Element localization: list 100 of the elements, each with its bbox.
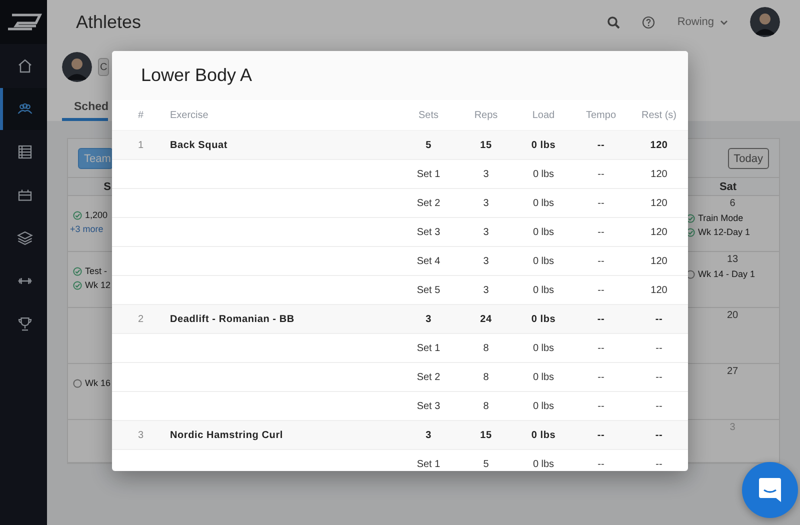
table-cell-text: --: [596, 284, 606, 296]
table-icon: [16, 143, 34, 161]
chat-button[interactable]: [742, 462, 798, 518]
table-cell-text: 5: [424, 140, 432, 150]
table-cell-text: --: [596, 226, 606, 238]
table-cell-text: 0 lbs: [532, 256, 556, 266]
day-number: 20: [726, 310, 738, 321]
day-number: 3: [730, 422, 736, 433]
calendar-event[interactable]: Wk 16: [85, 378, 111, 388]
column-header: #: [137, 110, 145, 120]
table-cell-text: --: [596, 140, 606, 150]
exercise-name: Back Squat: [170, 140, 228, 150]
chat-icon: [758, 477, 782, 503]
calendar-cell[interactable]: [68, 308, 113, 364]
table-cell-text: 8: [482, 342, 490, 354]
exercise-name: Deadlift - Romanian - BB: [170, 314, 296, 324]
table-cell-text: --: [596, 314, 606, 324]
table-cell-text: 15: [479, 140, 493, 150]
day-number: 27: [726, 366, 738, 377]
calendar-event[interactable]: 1,200: [85, 210, 108, 220]
table-cell-text: 24: [479, 314, 493, 324]
table-cell-text: Set 2: [416, 372, 442, 382]
column-header: Reps: [473, 110, 499, 120]
layers-icon: [16, 229, 34, 247]
table-cell-text: --: [654, 400, 664, 412]
weekday-header: Sat: [719, 180, 737, 192]
table-cell-text: 0 lbs: [532, 168, 556, 180]
column-header: Exercise: [170, 110, 210, 120]
schedule-tab[interactable]: Sched: [62, 98, 108, 121]
table-cell-text: 0 lbs: [530, 314, 557, 324]
table-cell-text: 120: [650, 284, 668, 296]
calendar-cell[interactable]: [68, 420, 113, 463]
table-cell-text: --: [654, 458, 664, 470]
table-cell-text: --: [596, 400, 606, 412]
table-cell-text: --: [654, 342, 664, 354]
table-cell-text: 0 lbs: [532, 284, 556, 296]
table-cell-text: 8: [482, 400, 490, 412]
table-cell-text: 0 lbs: [532, 372, 556, 382]
day-number: 6: [730, 198, 736, 209]
profile-button[interactable]: C: [98, 58, 110, 76]
table-cell-text: --: [596, 342, 606, 354]
table-cell-text: --: [654, 372, 664, 382]
table-cell-text: 120: [650, 198, 668, 208]
avatar[interactable]: [62, 52, 92, 82]
trophy-icon: [16, 315, 34, 333]
table-cell-text: Set 1: [416, 342, 442, 354]
table-cell-text: --: [596, 168, 606, 180]
help-icon[interactable]: [642, 16, 656, 28]
table-cell-text: 0 lbs: [532, 400, 556, 412]
calendar-event[interactable]: Train Mode: [698, 213, 744, 223]
calendar-event[interactable]: Wk 12-Day 1: [698, 227, 750, 237]
table-cell-text: 15: [479, 430, 493, 440]
table-cell-text: 120: [650, 256, 668, 266]
table-cell-text: --: [596, 198, 606, 208]
table-cell-text: --: [596, 458, 606, 470]
calendar-event[interactable]: Wk 14 - Day 1: [698, 269, 756, 279]
calendar-event[interactable]: Wk 12: [85, 280, 111, 290]
table-cell-text: Set 3: [416, 226, 442, 238]
column-header: Tempo: [584, 110, 617, 120]
search-icon[interactable]: [607, 16, 620, 28]
calendar-event[interactable]: Test -: [85, 266, 108, 276]
more-link[interactable]: +3 more: [70, 224, 104, 234]
weekday-header: S: [104, 180, 111, 192]
table-cell-text: 120: [650, 226, 668, 238]
table-cell-text: Set 4: [416, 256, 442, 266]
table-cell-text: --: [654, 430, 664, 440]
table-cell-text: 3: [482, 284, 490, 296]
chevron-icon: [720, 20, 728, 24]
table-cell-text: --: [596, 372, 606, 382]
table-cell-text: 0 lbs: [532, 342, 556, 354]
logo-icon[interactable]: [6, 13, 42, 31]
calendar-cell[interactable]: Test - Wk 12: [68, 252, 113, 308]
table-cell-text: 0 lbs: [530, 140, 557, 150]
row-number: 3: [137, 430, 145, 440]
table-cell-text: 0 lbs: [530, 430, 557, 440]
day-number: 13: [726, 254, 738, 265]
today-button[interactable]: Today: [728, 148, 769, 169]
table-cell-text: Set 3: [416, 400, 442, 412]
table-cell-text: 3: [482, 198, 490, 208]
table-cell-text: 5: [482, 458, 490, 470]
row-number: 1: [137, 140, 145, 150]
table-cell-text: --: [596, 430, 606, 440]
table-cell-text: 0 lbs: [532, 458, 556, 470]
table-cell-text: 120: [649, 140, 669, 150]
nav-item[interactable]: [0, 88, 47, 130]
page-title: Athletes: [76, 12, 142, 32]
avatar[interactable]: [750, 7, 780, 37]
table-cell-text: Set 2: [416, 198, 442, 208]
calendar-cell[interactable]: 1,200 +3 more: [68, 196, 113, 252]
home-icon: [16, 57, 34, 75]
table-cell-text: 8: [482, 372, 490, 382]
calendar-cell[interactable]: Wk 16: [68, 364, 113, 420]
table-cell-text: 0 lbs: [532, 198, 556, 208]
table-cell-text: 3: [482, 226, 490, 238]
table-cell-text: 0 lbs: [532, 226, 556, 238]
table-cell-text: Set 1: [416, 458, 442, 470]
column-header: Load: [531, 110, 556, 120]
sport-dropdown[interactable]: Rowing: [677, 16, 728, 28]
table-cell-text: 3: [482, 256, 490, 266]
row-number: 2: [137, 314, 145, 324]
